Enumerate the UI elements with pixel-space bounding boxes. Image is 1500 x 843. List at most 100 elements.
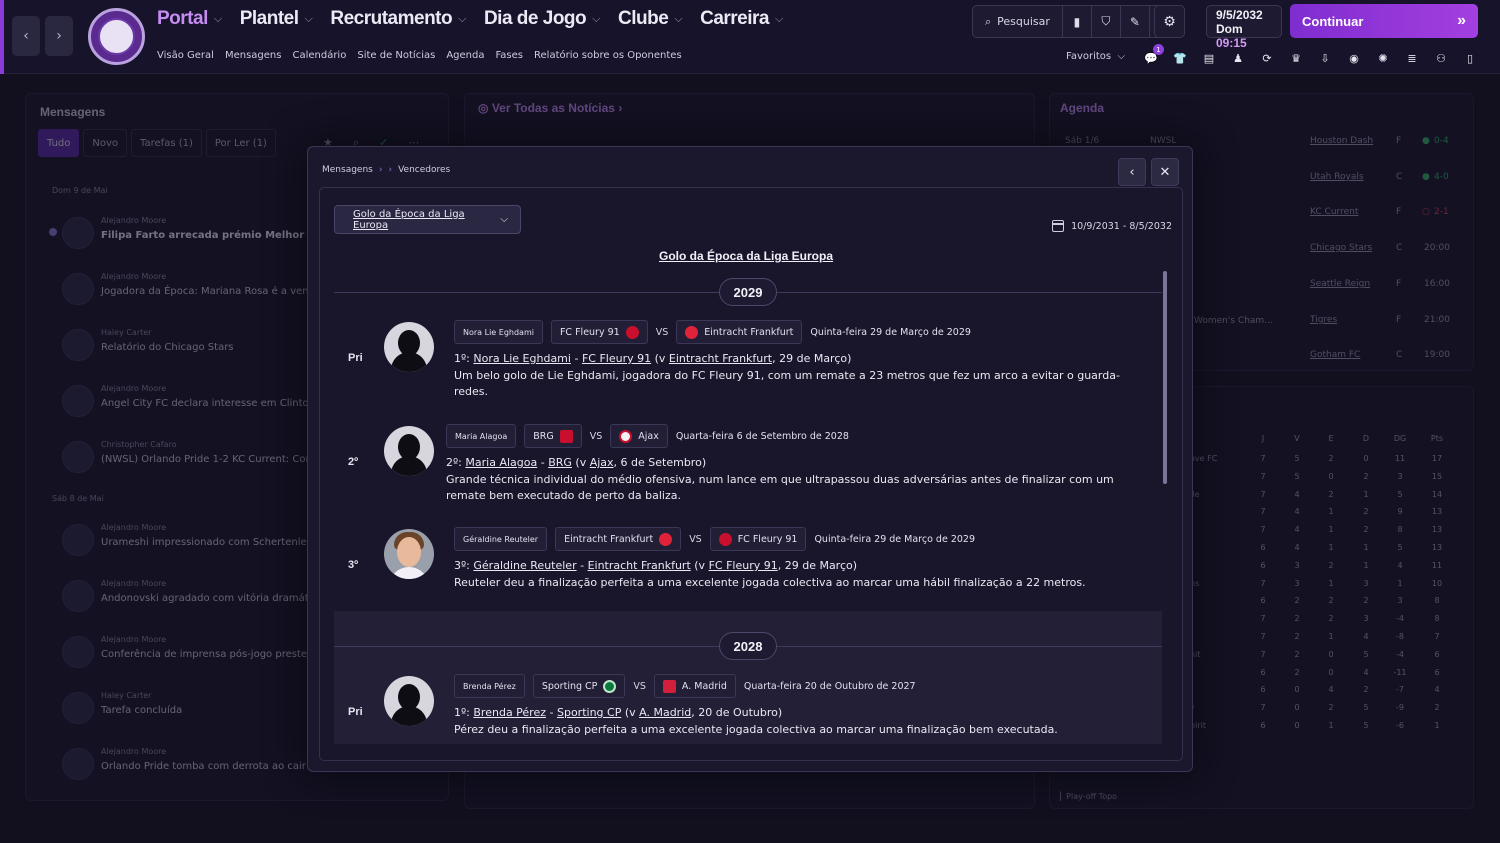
player-link[interactable]: Brenda Pérez [473,706,546,719]
filter-all[interactable]: Tudo [38,129,80,157]
standings-row[interactable]: 6 4 1 1 5 13 [1190,543,1450,559]
message-item[interactable]: Alejandro Moore Angel City FC declara int… [62,381,315,421]
message-item[interactable]: Alejandro Moore Orlando Pride tomba com d… [62,744,350,784]
away-team-chip[interactable]: A. Madrid [653,674,736,698]
club-logo[interactable] [88,8,145,65]
scrollbar[interactable] [1163,271,1167,484]
download-icon[interactable]: ⇩ [1315,49,1335,67]
player-chip[interactable]: Géraldine Reuteler [454,527,548,551]
subnav-relatorio-oponentes[interactable]: Relatório sobre os Oponentes [534,50,682,61]
standings-row[interactable]: lle 7 4 2 1 5 14 [1190,490,1450,506]
agenda-team[interactable]: KC Current [1310,207,1358,217]
standings-row[interactable]: 7 2 2 3 -4 8 [1190,614,1450,630]
agenda-team[interactable]: Gotham FC [1310,350,1360,360]
nav-recrutamento[interactable]: Recrutamento ⌵ [330,8,466,30]
nav-carreira[interactable]: Carreira ⌵ [700,8,783,30]
opponent-link[interactable]: Eintracht Frankfurt [669,352,772,365]
notebook-icon[interactable]: ▮ [1063,6,1092,37]
agenda-team[interactable]: Tigres [1310,315,1337,325]
trophy-icon[interactable]: ♛ [1286,49,1306,67]
filter-tasks[interactable]: Tarefas (1) [131,129,202,157]
standings-row[interactable]: y 7 0 2 5 -9 2 [1190,703,1450,719]
standings-row[interactable]: 7 2 1 4 -8 7 [1190,632,1450,648]
agenda-team[interactable]: Utah Royals [1310,172,1364,182]
virus-icon[interactable]: ✺ [1373,49,1393,67]
message-item[interactable]: Alejandro Moore Conferência de imprensa p… [62,632,335,672]
standings-row[interactable]: 6 0 4 2 -7 4 [1190,685,1450,701]
subnav-fases[interactable]: Fases [495,50,523,61]
player-chip[interactable]: Brenda Pérez [454,674,525,698]
player-chip[interactable]: Maria Alagoa [446,424,517,448]
message-item[interactable]: Haley Carter Relatório do Chicago Stars [62,325,312,365]
message-item[interactable]: Alejandro Moore Urameshi impressionado co… [62,520,316,560]
opponent-link[interactable]: A. Madrid [639,706,691,719]
standings-row[interactable]: pirit 6 0 1 5 -6 1 [1190,721,1450,737]
standings-row[interactable]: 6 2 2 2 3 8 [1190,596,1450,612]
away-team-chip[interactable]: FC Fleury 91 [709,527,807,551]
player-link[interactable]: Nora Lie Eghdami [473,352,571,365]
team-name[interactable]: pirit [1190,721,1250,730]
player-chip[interactable]: Nora Lie Eghdami [454,320,543,344]
pencil-icon[interactable]: ✎ [1121,6,1150,37]
winners-list[interactable]: 2029 Pri Nora Lie Eghdami FC Fleury 91 V… [334,274,1162,744]
nav-dia-de-jogo[interactable]: Dia de Jogo ⌵ [484,8,601,30]
all-news-link[interactable]: ◎ Ver Todas as Notícias › [478,101,622,115]
team-name[interactable]: lle [1190,490,1250,499]
player-link[interactable]: Maria Alagoa [465,456,537,469]
team-name[interactable]: ns [1190,579,1250,588]
home-team-chip[interactable]: Sporting CP [532,674,626,698]
subnav-site-noticias[interactable]: Site de Notícias [357,50,435,61]
close-button[interactable]: ✕ [1151,158,1179,186]
away-team-chip[interactable]: Ajax [610,424,668,448]
home-team-chip[interactable]: FC Fleury 91 [550,320,648,344]
opponent-link[interactable]: Ajax [590,456,614,469]
favorites-dropdown[interactable]: Favoritos ⌵ [1066,51,1125,62]
player-photo[interactable] [384,529,434,579]
shirt-icon[interactable]: 👕 [1170,49,1190,67]
subnav-agenda[interactable]: Agenda [446,50,484,61]
back-button[interactable]: ‹ [12,16,40,56]
team-link[interactable]: FC Fleury 91 [582,352,651,365]
subnav-mensagens[interactable]: Mensagens [225,50,282,61]
filter-unread[interactable]: Por Ler (1) [205,129,276,157]
team-link[interactable]: Sporting CP [557,706,621,719]
competition-title[interactable]: Golo da Época da Liga Europa [320,249,1172,263]
home-team-chip[interactable]: BRG [524,424,582,448]
continue-button[interactable]: Continuar » [1290,4,1478,38]
standings-row[interactable]: 7 4 1 2 9 13 [1190,507,1450,523]
opponent-link[interactable]: FC Fleury 91 [709,559,778,572]
standings-row[interactable]: nit 7 2 0 5 -4 6 [1190,650,1450,666]
nav-clube[interactable]: Clube ⌵ [618,8,683,30]
agenda-team[interactable]: Seattle Reign [1310,279,1370,289]
agenda-team[interactable]: Chicago Stars [1310,243,1372,253]
player-link[interactable]: Géraldine Reuteler [473,559,576,572]
breadcrumb-messages[interactable]: Mensagens [322,165,373,175]
award-select[interactable]: Golo da Época da Liga Europa ⌵ [334,205,521,234]
message-item[interactable]: Christopher Cafaro (NWSL) Orlando Pride 1… [62,437,338,477]
standings-row[interactable]: 6 2 0 4 -11 6 [1190,668,1450,684]
standings-row[interactable]: ns 7 3 1 3 1 10 [1190,579,1450,595]
team-name[interactable]: y [1190,703,1250,712]
refresh-icon[interactable]: ⟳ [1257,49,1277,67]
standings-row[interactable]: 6 3 2 1 4 11 [1190,561,1450,577]
standings-row[interactable]: 7 4 1 2 8 13 [1190,525,1450,541]
nav-plantel[interactable]: Plantel ⌵ [240,8,313,30]
team-link[interactable]: BRG [548,456,572,469]
filter-new[interactable]: Novo [83,129,128,157]
message-item[interactable]: Alejandro Moore Filipa Farto arrecada pré… [62,213,324,253]
nav-portal[interactable]: Portal ⌵ [157,8,222,30]
team-name[interactable]: ave FC [1190,454,1250,463]
subnav-calendario[interactable]: Calendário [292,50,346,61]
home-team-chip[interactable]: Eintracht Frankfurt [555,527,682,551]
player-photo[interactable] [384,426,434,476]
back-button[interactable]: ‹ [1118,158,1146,186]
search-button[interactable]: ⌕ Pesquisar [973,6,1063,37]
database-icon[interactable]: ≣ [1402,49,1422,67]
player-photo[interactable] [384,676,434,726]
ball-icon[interactable]: ◉ [1344,49,1364,67]
gear-icon[interactable]: ⚙ [1154,5,1185,38]
standings-row[interactable]: 7 5 0 2 3 15 [1190,472,1450,488]
people-icon[interactable]: ♟ [1228,49,1248,67]
away-team-chip[interactable]: Eintracht Frankfurt [676,320,803,344]
user-settings-icon[interactable]: ⚇ [1431,49,1451,67]
